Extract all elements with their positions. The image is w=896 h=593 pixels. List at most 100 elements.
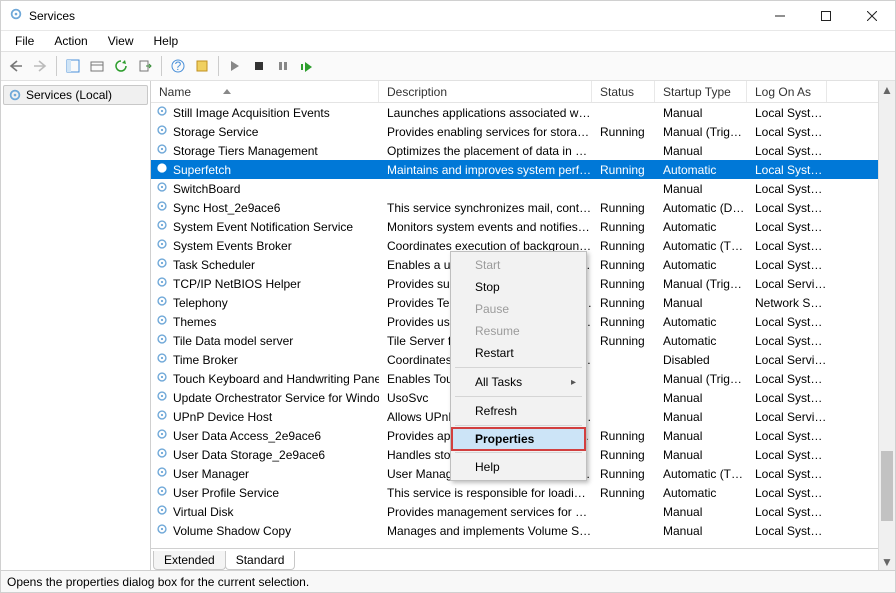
help-toolbar-button[interactable]: ?: [167, 55, 189, 77]
cell-status: Running: [592, 315, 655, 329]
cell-name: Tile Data model server: [151, 332, 379, 349]
cell-status: Running: [592, 334, 655, 348]
service-icon: [155, 294, 169, 311]
column-header-logon-as[interactable]: Log On As: [747, 81, 827, 102]
service-icon: [155, 104, 169, 121]
column-header-name[interactable]: Name: [151, 81, 379, 102]
service-name-label: SwitchBoard: [173, 182, 240, 196]
cell-name: Storage Service: [151, 123, 379, 140]
show-hide-tree-button[interactable]: [62, 55, 84, 77]
cell-name: Storage Tiers Management: [151, 142, 379, 159]
cell-startup-type: Automatic: [655, 315, 747, 329]
service-row[interactable]: Superfetch Maintains and improves system …: [151, 160, 895, 179]
window-controls: [757, 1, 895, 31]
cell-description: Maintains and improves system perf…: [379, 163, 592, 177]
service-row[interactable]: User Profile ServiceThis service is resp…: [151, 483, 895, 502]
service-row[interactable]: Still Image Acquisition EventsLaunches a…: [151, 103, 895, 122]
service-row[interactable]: Virtual DiskProvides management services…: [151, 502, 895, 521]
cell-name: Telephony: [151, 294, 379, 311]
cell-startup-type: Manual: [655, 144, 747, 158]
cell-startup-type: Automatic: [655, 334, 747, 348]
cell-logon-as: Local Service: [747, 353, 827, 367]
context-menu-separator: [455, 425, 582, 426]
refresh-toolbar-button[interactable]: [110, 55, 132, 77]
cell-logon-as: Local Syste…: [747, 106, 827, 120]
service-row[interactable]: SwitchBoard ManualLocal Syste…: [151, 179, 895, 198]
vertical-scrollbar[interactable]: ▲ ▼: [878, 81, 895, 570]
restart-service-button[interactable]: [296, 55, 318, 77]
cell-status: Running: [592, 277, 655, 291]
service-name-label: UPnP Device Host: [173, 410, 272, 424]
cell-description: Provides enabling services for storag…: [379, 125, 592, 139]
column-header-status[interactable]: Status: [592, 81, 655, 102]
service-icon: [155, 370, 169, 387]
pause-service-button[interactable]: [272, 55, 294, 77]
titlebar: Services: [1, 1, 895, 31]
cell-logon-as: Local Syste…: [747, 486, 827, 500]
maximize-button[interactable]: [803, 1, 849, 31]
context-menu-refresh[interactable]: Refresh: [453, 400, 584, 422]
service-name-label: Tile Data model server: [173, 334, 293, 348]
toolbar-icon[interactable]: [191, 55, 213, 77]
cell-description: This service synchronizes mail, conta…: [379, 201, 592, 215]
scroll-up-arrow[interactable]: ▲: [879, 81, 895, 98]
tab-standard[interactable]: Standard: [225, 551, 296, 570]
minimize-button[interactable]: [757, 1, 803, 31]
tab-extended[interactable]: Extended: [153, 551, 226, 570]
service-row[interactable]: Storage Service Provides enabling service…: [151, 122, 895, 141]
tree-node-label: Services (Local): [26, 88, 112, 102]
service-name-label: Superfetch: [173, 163, 231, 177]
close-button[interactable]: [849, 1, 895, 31]
context-menu-help[interactable]: Help: [453, 456, 584, 478]
column-header-description[interactable]: Description: [379, 81, 592, 102]
export-list-button[interactable]: [134, 55, 156, 77]
services-icon: [8, 88, 22, 102]
cell-status: Running: [592, 467, 655, 481]
service-name-label: Volume Shadow Copy: [173, 524, 291, 538]
separator: [56, 56, 57, 76]
cell-startup-type: Automatic: [655, 220, 747, 234]
left-tree-pane[interactable]: Services (Local): [1, 81, 151, 570]
cell-startup-type: Manual: [655, 182, 747, 196]
menu-action[interactable]: Action: [46, 32, 95, 50]
cell-logon-as: Local Service: [747, 410, 827, 424]
service-name-label: Storage Service: [173, 125, 258, 139]
context-menu-properties-label: Properties: [475, 432, 534, 446]
cell-status: Running: [592, 201, 655, 215]
menu-file[interactable]: File: [7, 32, 42, 50]
cell-startup-type: Manual: [655, 106, 747, 120]
forward-button[interactable]: [29, 55, 51, 77]
tree-node-services-local[interactable]: Services (Local): [3, 85, 148, 105]
service-row[interactable]: System Event Notification ServiceMonitor…: [151, 217, 895, 236]
scroll-thumb[interactable]: [881, 451, 893, 521]
cell-status: Running: [592, 220, 655, 234]
svg-text:?: ?: [175, 59, 182, 73]
back-button[interactable]: [5, 55, 27, 77]
start-service-button[interactable]: [224, 55, 246, 77]
cell-name: User Manager: [151, 465, 379, 482]
menu-help[interactable]: Help: [146, 32, 187, 50]
menu-view[interactable]: View: [100, 32, 142, 50]
service-name-label: Themes: [173, 315, 216, 329]
service-row[interactable]: Storage Tiers ManagementOptimizes the pl…: [151, 141, 895, 160]
scroll-down-arrow[interactable]: ▼: [879, 553, 895, 570]
properties-toolbar-button[interactable]: [86, 55, 108, 77]
cell-description: Manages and implements Volume S…: [379, 524, 592, 538]
context-menu-all-tasks[interactable]: All Tasks: [453, 371, 584, 393]
list-header: Name Description Status Startup Type Log…: [151, 81, 895, 103]
context-menu-stop[interactable]: Stop: [453, 276, 584, 298]
cell-logon-as: Local Syste…: [747, 182, 827, 196]
cell-logon-as: Local Syste…: [747, 315, 827, 329]
service-row[interactable]: Sync Host_2e9ace6This service synchroniz…: [151, 198, 895, 217]
service-name-label: Storage Tiers Management: [173, 144, 318, 158]
cell-name: TCP/IP NetBIOS Helper: [151, 275, 379, 292]
cell-startup-type: Automatic (D…: [655, 201, 747, 215]
stop-service-button[interactable]: [248, 55, 270, 77]
cell-status: Running: [592, 125, 655, 139]
context-menu-properties[interactable]: Properties: [452, 428, 585, 450]
context-menu-separator: [455, 452, 582, 453]
column-header-startup-type[interactable]: Startup Type: [655, 81, 747, 102]
service-row[interactable]: Volume Shadow Copy Manages and implements…: [151, 521, 895, 540]
context-menu-restart[interactable]: Restart: [453, 342, 584, 364]
service-name-label: Time Broker: [173, 353, 238, 367]
